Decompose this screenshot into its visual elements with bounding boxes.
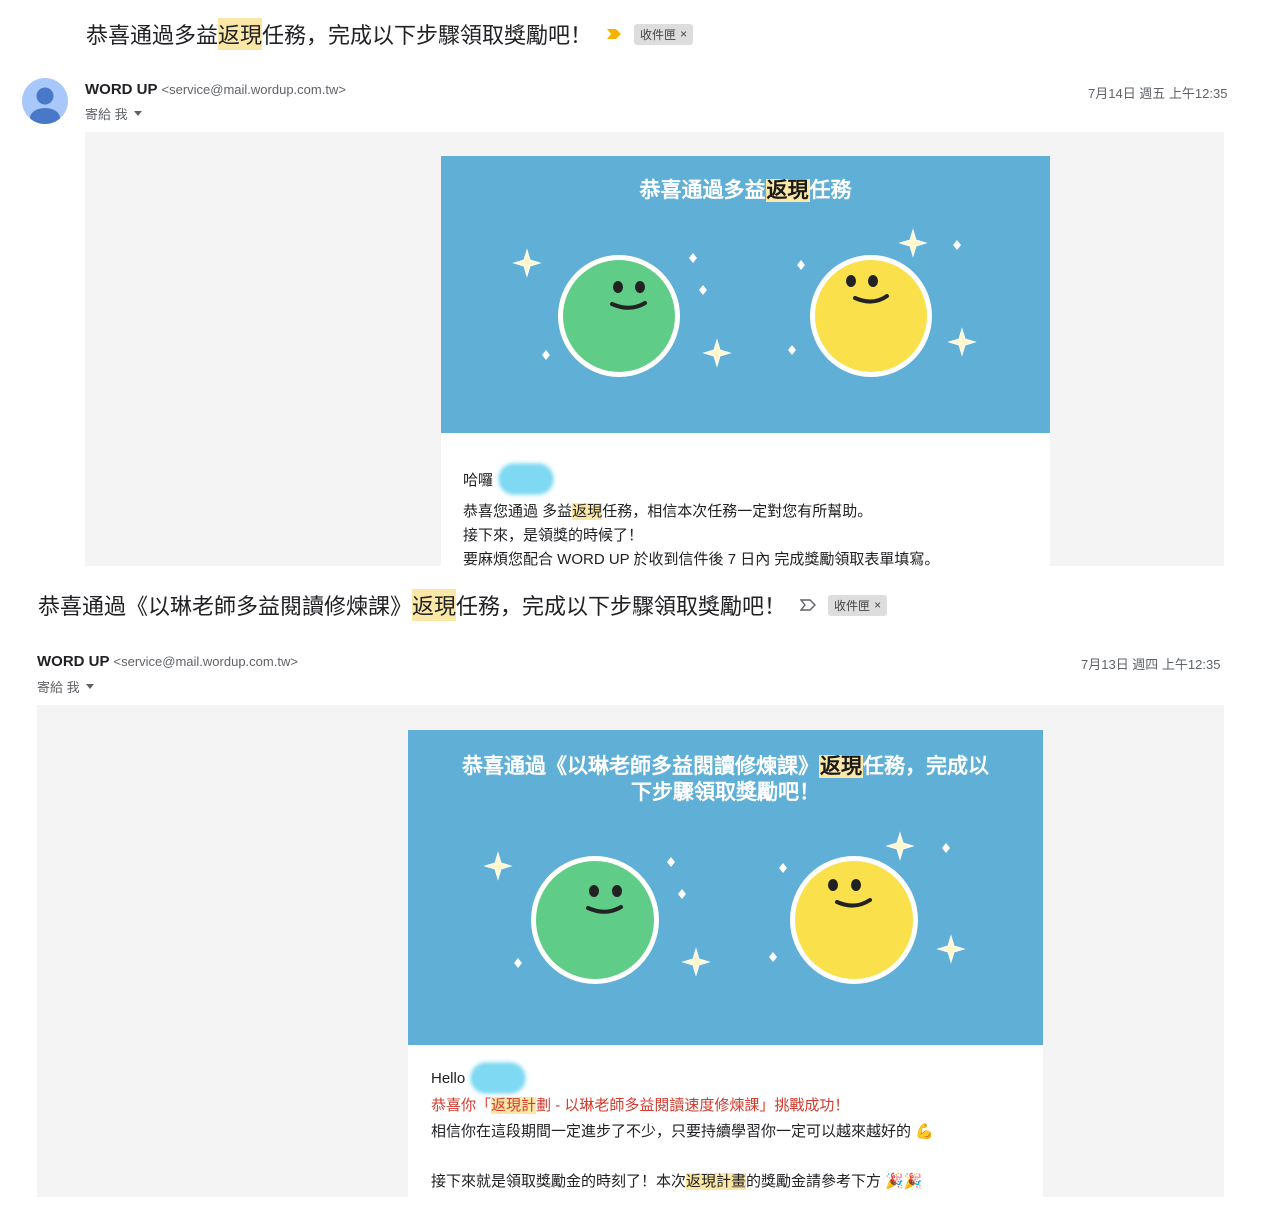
recipient-text: 寄給 我 xyxy=(37,680,80,695)
greeting-text: 哈囉 xyxy=(463,471,494,489)
content-text: 任務，相信本次任務一定對您有所幫助。 xyxy=(602,503,873,520)
hero-banner: 恭喜通過《以琳老師多益閱讀修煉課》返現任務，完成以 下步驟領取獎勵吧！ xyxy=(408,730,1043,1045)
content-text: 相信你在這段期間一定進步了不少，只要持續學習你一定可以越來越好的 💪 xyxy=(431,1123,934,1140)
green-smiley-face xyxy=(558,255,680,377)
content-highlight: 返現計畫 xyxy=(686,1173,747,1190)
label-text: 收件匣 xyxy=(640,27,677,42)
email-date: 7月14日 週五 上午12:35 xyxy=(1088,86,1228,101)
smiley-illustration xyxy=(512,228,977,377)
email-subject: 恭喜通過《以琳老師多益閱讀修煉課》 返現 任務，完成以下步驟領取獎勵吧！ 收件匣 × xyxy=(38,589,888,621)
email-body: 恭喜通過多益返現任務 哈囉 恭喜您通過 多益返現任務，相信本次任務一定對您有所幫… xyxy=(85,132,1224,566)
caret-down-icon[interactable] xyxy=(85,684,94,689)
importance-marker-icon[interactable] xyxy=(800,598,817,612)
redacted-name xyxy=(499,464,554,494)
content-text: 恭喜你「 xyxy=(431,1097,492,1114)
content-text: 接下來，是領獎的時候了！ xyxy=(463,527,644,544)
greeting-text: Hello xyxy=(431,1069,466,1087)
label-inbox-chip[interactable]: 收件匣 × xyxy=(634,23,694,45)
yellow-smiley-face xyxy=(810,255,932,377)
recipient-line[interactable]: 寄給 我 xyxy=(37,677,94,696)
subject-highlight: 返現 xyxy=(218,18,263,50)
email-card: 恭喜通過多益返現任務 哈囉 恭喜您通過 多益返現任務，相信本次任務一定對您有所幫… xyxy=(441,156,1050,566)
subject-text: 恭喜通過《以琳老師多益閱讀修煉課》 xyxy=(38,594,413,619)
yellow-smiley-face xyxy=(790,856,918,984)
email-body: 恭喜通過《以琳老師多益閱讀修煉課》返現任務，完成以 下步驟領取獎勵吧！ Hell… xyxy=(37,705,1224,1197)
email-card: 恭喜通過《以琳老師多益閱讀修煉課》返現任務，完成以 下步驟領取獎勵吧！ Hell… xyxy=(408,730,1043,1197)
email-content: Hello 恭喜你「返現計劃 - 以琳老師多益閱讀速度修煉課」挑戰成功！ 相信你… xyxy=(431,1063,934,1195)
remove-label-icon[interactable]: × xyxy=(680,27,687,41)
email-thread-1: 恭喜通過多益 返現 任務，完成以下步驟領取獎勵吧！ 收件匣 × WORD UP <se… xyxy=(0,0,1270,568)
subject-text: 恭喜通過多益 xyxy=(86,23,219,48)
sender-name[interactable]: WORD UP xyxy=(37,653,110,670)
smiley-illustration xyxy=(483,831,966,984)
sender-email: <service@mail.wordup.com.tw> xyxy=(161,82,346,97)
sender-email: <service@mail.wordup.com.tw> xyxy=(113,654,298,669)
hero-banner: 恭喜通過多益返現任務 xyxy=(441,156,1050,433)
label-text: 收件匣 xyxy=(834,598,871,613)
subject-text: 任務，完成以下步驟領取獎勵吧！ xyxy=(262,23,593,48)
label-inbox-chip[interactable]: 收件匣 × xyxy=(828,594,888,616)
sender-line: WORD UP <service@mail.wordup.com.tw> xyxy=(85,81,346,98)
sender-name[interactable]: WORD UP xyxy=(85,81,158,98)
content-highlight: 返現計 xyxy=(491,1097,537,1114)
importance-marker-icon[interactable] xyxy=(606,27,622,41)
content-text: 要麻煩您配合 WORD UP 於收到信件後 7 日內 完成獎勵領取表單填寫。 xyxy=(463,551,940,566)
content-text: 劃 - 以琳老師多益閱讀速度修煉課」挑戰成功！ xyxy=(536,1097,850,1114)
green-smiley-face xyxy=(531,856,659,984)
caret-down-icon[interactable] xyxy=(133,111,142,116)
content-text: 接下來就是領取獎勵金的時刻了！本次 xyxy=(431,1173,687,1190)
recipient-text: 寄給 我 xyxy=(85,107,128,122)
email-thread-2: 恭喜通過《以琳老師多益閱讀修煉課》 返現 任務，完成以下步驟領取獎勵吧！ 收件匣 ×… xyxy=(0,580,1270,1218)
content-highlight: 返現 xyxy=(572,503,603,520)
content-text: 恭喜您通過 多益 xyxy=(463,503,573,520)
recipient-line[interactable]: 寄給 我 xyxy=(85,104,142,123)
email-date: 7月13日 週四 上午12:35 xyxy=(1081,657,1221,672)
remove-label-icon[interactable]: × xyxy=(874,598,881,612)
content-text: 的獎勵金請參考下方 🎉🎉 xyxy=(746,1173,923,1190)
subject-highlight: 返現 xyxy=(412,589,457,621)
subject-text: 任務，完成以下步驟領取獎勵吧！ xyxy=(456,594,787,619)
email-content: 哈囉 恭喜您通過 多益返現任務，相信本次任務一定對您有所幫助。 接下來，是領獎的… xyxy=(463,464,939,566)
person-avatar-icon[interactable] xyxy=(22,78,68,124)
redacted-name xyxy=(471,1063,526,1093)
email-subject: 恭喜通過多益 返現 任務，完成以下步驟領取獎勵吧！ 收件匣 × xyxy=(86,18,694,50)
sender-line: WORD UP <service@mail.wordup.com.tw> xyxy=(37,653,298,670)
